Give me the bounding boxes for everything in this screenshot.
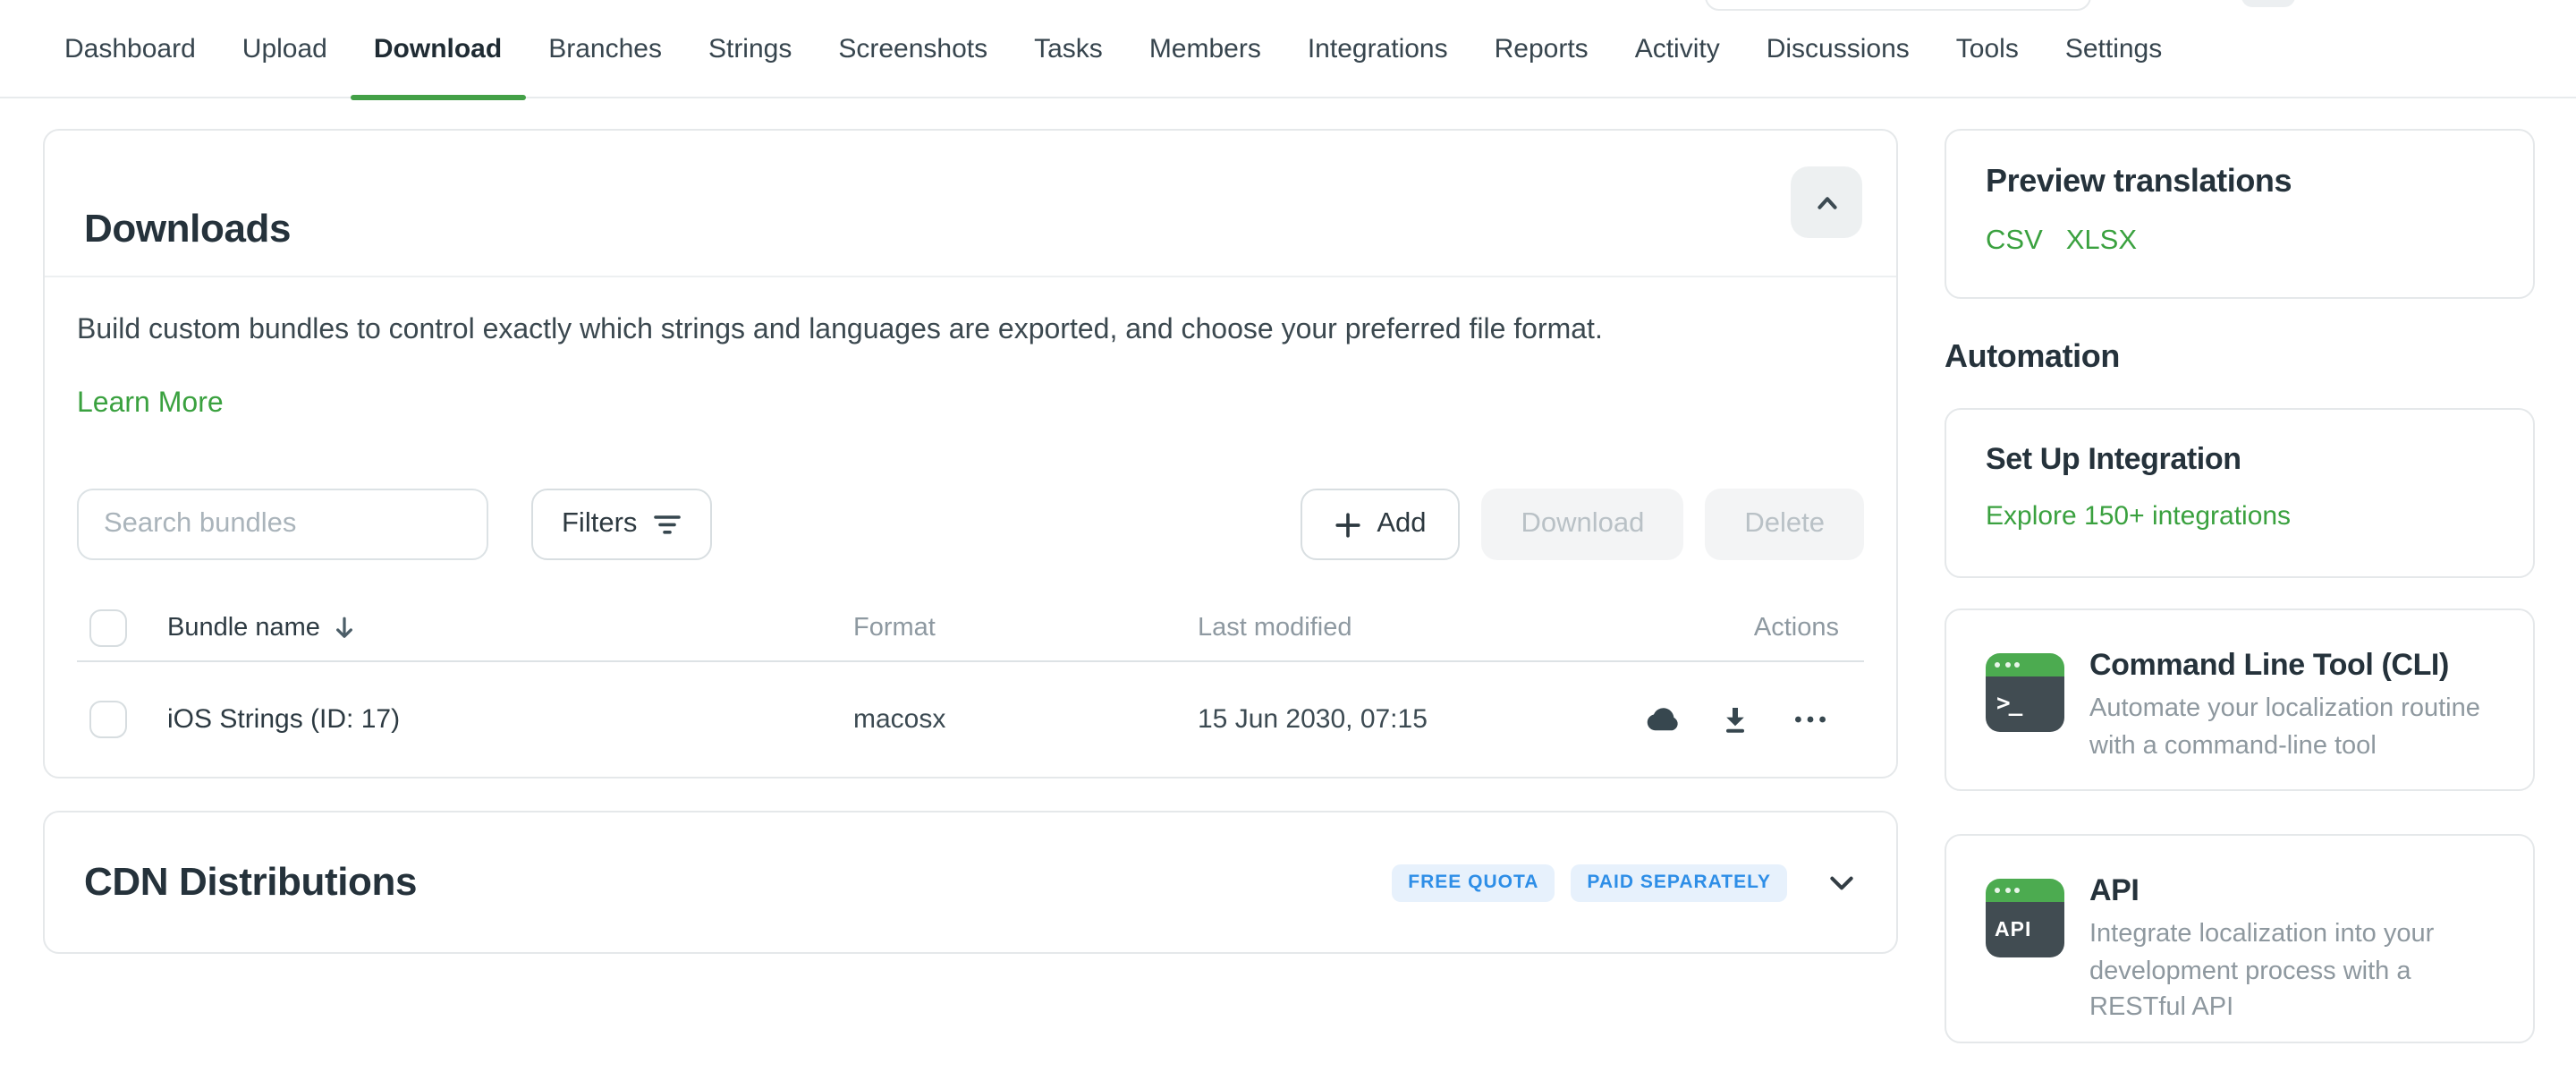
terminal-prompt-glyph: >_ (1986, 691, 2021, 718)
terminal-icon: >_ (1986, 653, 2064, 732)
downloads-title: Downloads (84, 206, 291, 252)
avatar[interactable] (2241, 0, 2295, 7)
bundle-last-modified: 15 Jun 2030, 07:15 (1198, 704, 1428, 735)
tab-label: Branches (548, 33, 662, 64)
bundles-table-header: Bundle name Format Last modified Actions (77, 596, 1864, 662)
tab-label: Reports (1495, 33, 1589, 64)
page: Dashboard Upload Download Branches Strin… (0, 0, 2576, 1089)
preview-translations-card: Preview translations CSV XLSX (1945, 129, 2535, 299)
paid-separately-badge: PAID SEPARATELY (1571, 864, 1787, 901)
tab-settings[interactable]: Settings (2042, 0, 2185, 98)
column-actions: Actions (1754, 614, 1839, 642)
api-description: Integrate localization into your develop… (2089, 916, 2494, 1026)
chevron-down-icon (1826, 867, 1857, 898)
tab-label: Screenshots (838, 33, 987, 64)
tab-tasks[interactable]: Tasks (1011, 0, 1126, 98)
column-format: Format (853, 614, 936, 642)
downloads-panel-header: Downloads (45, 131, 1896, 276)
sort-descending-icon (333, 616, 356, 641)
download-bundle-button[interactable] (1714, 698, 1757, 741)
tab-label: Tools (1956, 33, 2019, 64)
setup-integration-title: Set Up Integration (1986, 442, 2494, 478)
api-icon: API (1986, 879, 2064, 957)
bundles-toolbar: Filters Add Download (77, 489, 1864, 560)
add-bundle-button[interactable]: Add (1300, 489, 1460, 560)
tab-dashboard[interactable]: Dashboard (41, 0, 219, 98)
filters-button[interactable]: Filters (531, 489, 712, 560)
tab-label: Members (1149, 33, 1261, 64)
free-quota-badge: FREE QUOTA (1392, 864, 1555, 901)
csv-link[interactable]: CSV (1986, 225, 2043, 258)
tab-activity[interactable]: Activity (1612, 0, 1743, 98)
download-icon (1721, 704, 1750, 735)
tab-label: Activity (1635, 33, 1720, 64)
filters-label: Filters (562, 508, 637, 540)
column-label: Bundle name (167, 614, 320, 642)
search-bundles-input[interactable] (77, 489, 488, 560)
tab-strings[interactable]: Strings (685, 0, 815, 98)
tab-label: Settings (2065, 33, 2162, 64)
tab-label: Strings (708, 33, 792, 64)
filter-icon (653, 510, 682, 539)
cdn-badges: FREE QUOTA PAID SEPARATELY (1392, 864, 1787, 901)
more-actions-button[interactable] (1789, 698, 1832, 741)
ellipsis-icon (1794, 714, 1826, 725)
tab-tools[interactable]: Tools (1933, 0, 2042, 98)
download-selected-button[interactable]: Download (1482, 489, 1684, 560)
bundle-name[interactable]: iOS Strings (ID: 17) (167, 704, 400, 735)
tab-label: Upload (242, 33, 327, 64)
bundle-format: macosx (853, 704, 945, 735)
tab-download[interactable]: Download (351, 0, 525, 98)
tab-label: Dashboard (64, 33, 196, 64)
api-card[interactable]: API API Integrate localization into your… (1945, 834, 2535, 1043)
tab-branches[interactable]: Branches (525, 0, 685, 98)
tab-integrations[interactable]: Integrations (1284, 0, 1471, 98)
collapse-panel-button[interactable] (1791, 166, 1862, 238)
tab-label: Integrations (1308, 33, 1448, 64)
tab-members[interactable]: Members (1126, 0, 1284, 98)
tab-screenshots[interactable]: Screenshots (815, 0, 1011, 98)
downloads-description: Build custom bundles to control exactly … (77, 311, 1864, 349)
cdn-title: CDN Distributions (84, 859, 417, 906)
api-title: API (2089, 872, 2494, 911)
cli-description: Automate your localization routine with … (2089, 691, 2494, 764)
row-checkbox[interactable] (89, 701, 126, 738)
cdn-distributions-panel: CDN Distributions FREE QUOTA PAID SEPARA… (43, 811, 1898, 954)
xlsx-link[interactable]: XLSX (2066, 225, 2137, 258)
api-glyph: API (1986, 919, 2031, 940)
add-label: Add (1377, 508, 1426, 540)
explore-integrations-link[interactable]: Explore 150+ integrations (1986, 501, 2291, 532)
column-last-modified: Last modified (1198, 614, 1352, 642)
downloads-panel: Downloads Build custom bundles to contro… (43, 129, 1898, 778)
column-bundle-name[interactable]: Bundle name (167, 614, 356, 642)
chevron-up-icon (1813, 189, 1840, 216)
table-row: iOS Strings (ID: 17) macosx 15 Jun 2030,… (77, 662, 1864, 777)
tab-label: Download (374, 33, 502, 64)
tab-reports[interactable]: Reports (1471, 0, 1612, 98)
cli-card[interactable]: >_ Command Line Tool (CLI) Automate your… (1945, 608, 2535, 791)
preview-translations-title: Preview translations (1986, 163, 2494, 200)
plus-icon (1334, 511, 1360, 538)
learn-more-link[interactable]: Learn More (77, 388, 224, 421)
row-actions (1639, 698, 1832, 741)
header-divider (45, 276, 1896, 277)
cloud-icon (1640, 705, 1681, 734)
tab-discussions[interactable]: Discussions (1743, 0, 1933, 98)
automation-heading: Automation (1945, 338, 2120, 376)
expand-panel-button[interactable] (1826, 867, 1857, 898)
delete-selected-button[interactable]: Delete (1705, 489, 1864, 560)
top-navigation: Dashboard Upload Download Branches Strin… (0, 0, 2576, 98)
tab-upload[interactable]: Upload (219, 0, 351, 98)
cli-title: Command Line Tool (CLI) (2089, 646, 2494, 685)
select-all-checkbox[interactable] (89, 609, 126, 647)
tab-label: Discussions (1767, 33, 1910, 64)
tab-label: Tasks (1034, 33, 1103, 64)
setup-integration-card: Set Up Integration Explore 150+ integrat… (1945, 408, 2535, 578)
cloud-export-button[interactable] (1639, 698, 1682, 741)
active-tab-underline (351, 94, 525, 100)
